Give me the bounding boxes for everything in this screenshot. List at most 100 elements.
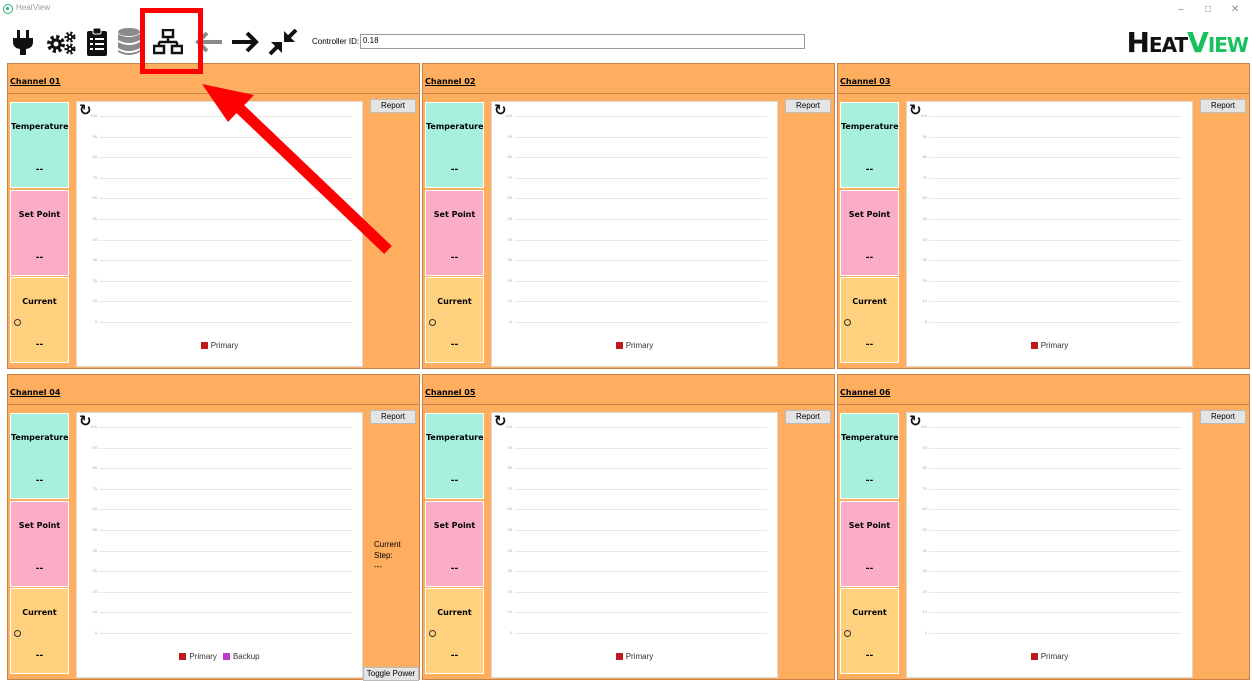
channel-header: Channel 04	[8, 375, 419, 405]
current-value: --	[865, 340, 874, 350]
report-button[interactable]: Report	[785, 99, 831, 113]
logo-heat-text: Heat	[1126, 25, 1188, 59]
current-value: --	[35, 340, 44, 350]
channel-title[interactable]: Channel 05	[425, 388, 475, 397]
channel-panel: Channel 02 Temperature -- Set Point -- Curren…	[422, 63, 835, 369]
y-tick-label: 40	[922, 547, 927, 553]
collapse-icon[interactable]	[266, 24, 300, 60]
chart-gridline	[929, 612, 1182, 614]
setpoint-tile: Set Point --	[840, 501, 899, 587]
y-tick-label: 70	[92, 485, 97, 491]
legend-label: Primary	[210, 341, 239, 350]
chart-gridline	[929, 301, 1182, 303]
y-tick-label: 10	[507, 298, 512, 304]
gears-icon[interactable]	[44, 24, 78, 60]
setpoint-label: Set Point	[848, 521, 891, 530]
chart-gridline	[99, 157, 352, 159]
y-tick-label: 40	[92, 236, 97, 242]
channel-panel: Channel 06 Temperature -- Set Point -- Curren…	[837, 374, 1250, 680]
maximize-button[interactable]: □	[1205, 4, 1211, 15]
current-tile: Current --	[840, 588, 899, 674]
channel-title[interactable]: Channel 03	[840, 77, 890, 86]
channel-title[interactable]: Channel 01	[10, 77, 60, 86]
controller-id-input[interactable]: 0.18	[360, 34, 805, 49]
chart-gridline	[929, 427, 1182, 428]
report-button[interactable]: Report	[370, 99, 416, 113]
y-tick-label: 80	[92, 154, 97, 160]
channel-title[interactable]: Channel 04	[10, 388, 60, 397]
temperature-value: --	[450, 165, 459, 175]
arrow-left-icon[interactable]	[192, 24, 226, 60]
report-button[interactable]: Report	[1200, 410, 1246, 424]
y-tick-label: 20	[922, 588, 927, 594]
temperature-value: --	[35, 476, 44, 486]
y-tick-label: 20	[92, 277, 97, 283]
chart-gridline	[99, 571, 352, 573]
chart-gridline	[514, 177, 767, 179]
chart-gridline	[929, 219, 1182, 220]
chart-gridline	[99, 260, 352, 262]
chart-gridline	[99, 280, 352, 282]
current-value: --	[450, 651, 459, 661]
status-circle-icon	[14, 319, 21, 326]
clipboard-icon[interactable]	[82, 24, 112, 60]
y-tick-label: 10	[922, 609, 927, 615]
y-tick-label: 70	[922, 174, 927, 180]
report-button[interactable]: Report	[370, 410, 416, 424]
chart-gridline	[514, 219, 767, 220]
legend-label: Primary	[625, 652, 654, 661]
legend-label: Primary	[189, 652, 217, 661]
channel-chart: ↻ 100 90 80 70 60 50 40 30 20 10 0 Primary	[491, 412, 778, 678]
setpoint-value: --	[35, 253, 44, 263]
arrow-right-icon[interactable]	[228, 24, 262, 60]
temperature-value: --	[865, 165, 874, 175]
temperature-value: --	[865, 476, 874, 486]
close-button[interactable]: ✕	[1231, 4, 1239, 15]
report-button[interactable]: Report	[785, 410, 831, 424]
chart-gridline	[514, 239, 767, 241]
channel-chart: ↻ 100 90 80 70 60 50 40 30 20 10 0 Primary Backup	[76, 412, 363, 678]
temperature-value: --	[450, 476, 459, 486]
legend-swatch	[1030, 653, 1038, 660]
channel-title[interactable]: Channel 02	[425, 77, 475, 86]
chart-gridline	[99, 239, 352, 241]
plug-icon[interactable]	[8, 24, 38, 60]
setpoint-value: --	[450, 253, 459, 263]
legend-item: Primary	[179, 652, 217, 661]
chart-gridline	[929, 198, 1182, 200]
network-icon[interactable]	[151, 24, 185, 60]
chart-gridline	[99, 198, 352, 200]
y-tick-label: 40	[507, 547, 512, 553]
y-tick-label: 80	[922, 465, 927, 471]
y-tick-label: 100	[505, 113, 512, 118]
temperature-tile: Temperature --	[840, 413, 899, 499]
chart-gridline	[514, 198, 767, 200]
report-button[interactable]: Report	[1200, 99, 1246, 113]
legend-label: Primary	[625, 341, 654, 350]
y-tick-label: 0	[509, 319, 512, 324]
status-circle-icon	[429, 630, 436, 637]
current-label: Current	[437, 608, 472, 617]
y-tick-label: 10	[922, 298, 927, 304]
setpoint-value: --	[35, 564, 44, 574]
chart-gridline	[929, 633, 1182, 634]
minimize-button[interactable]: –	[1178, 4, 1184, 15]
temperature-label: Temperature	[426, 433, 484, 442]
y-tick-label: 90	[507, 444, 512, 450]
database-icon[interactable]	[114, 24, 144, 60]
chart-gridline	[514, 591, 767, 593]
y-tick-label: 10	[92, 298, 97, 304]
y-tick-label: 60	[507, 506, 512, 512]
chart-gridline	[514, 488, 767, 490]
channel-title[interactable]: Channel 06	[840, 388, 890, 397]
y-tick-label: 90	[507, 133, 512, 139]
chart-gridline	[99, 219, 352, 220]
y-tick-label: 90	[92, 444, 97, 450]
legend-item: Backup	[222, 652, 260, 661]
legend-swatch	[615, 653, 623, 660]
legend-label: Backup	[232, 652, 260, 661]
y-tick-label: 80	[507, 465, 512, 471]
y-tick-label: 100	[920, 424, 927, 429]
y-tick-label: 20	[92, 588, 97, 594]
chart-gridline	[514, 530, 767, 531]
